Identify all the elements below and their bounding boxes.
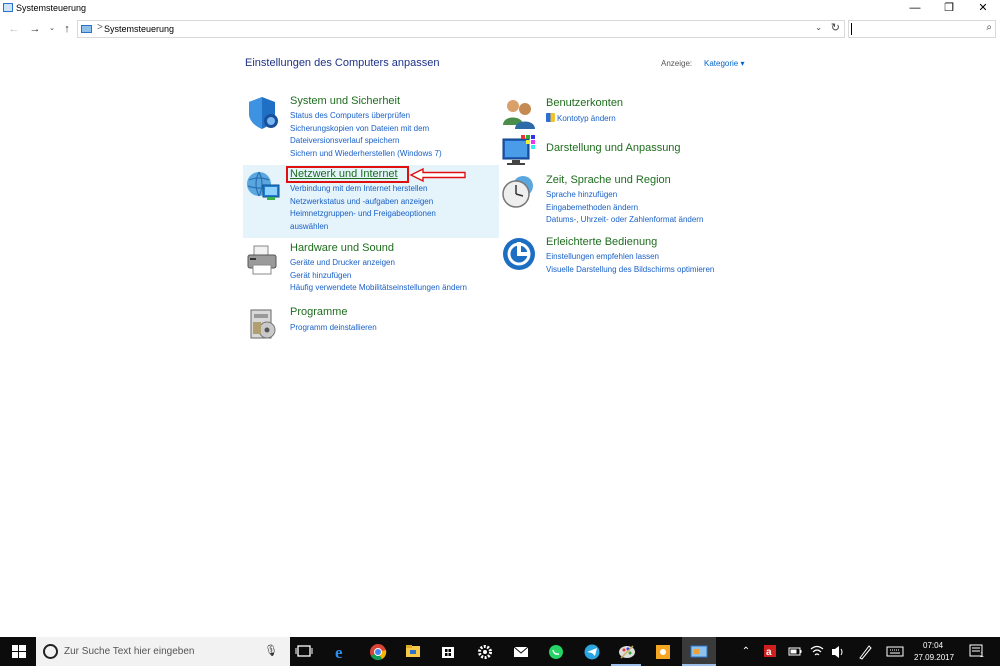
app-orange-icon[interactable] xyxy=(653,637,673,666)
antivirus-icon[interactable]: a xyxy=(762,637,778,666)
category-heading[interactable]: Hardware und Sound xyxy=(290,242,394,254)
window-title: Systemsteuerung xyxy=(16,3,87,13)
whatsapp-icon[interactable] xyxy=(546,637,566,666)
title-bar: Systemsteuerung — ❐ ✕ xyxy=(0,0,1000,17)
file-explorer-icon[interactable] xyxy=(403,637,423,666)
link-date-format[interactable]: Datums-, Uhrzeit- oder Zahlenformat ände… xyxy=(546,214,766,227)
link-change-account-type-label[interactable]: Kontotyp ändern xyxy=(557,114,616,123)
microphone-icon[interactable]: 🎙 xyxy=(264,644,278,657)
category-programs: Programme Programm deinstallieren xyxy=(245,306,500,342)
category-heading[interactable]: Zeit, Sprache und Region xyxy=(546,174,671,186)
svg-text:a: a xyxy=(766,647,772,658)
display-palette-icon xyxy=(501,133,537,169)
windows-start-icon[interactable] xyxy=(6,637,32,666)
task-view-icon[interactable] xyxy=(294,637,314,666)
notification-count: 1 xyxy=(980,652,984,659)
address-bar[interactable]: > Systemsteuerung ⌄ ↻ xyxy=(77,20,845,38)
link-add-device[interactable]: Gerät hinzufügen xyxy=(290,270,510,283)
category-time-language-region: Zeit, Sprache und Region Sprache hinzufü… xyxy=(501,174,761,229)
link-input-methods[interactable]: Eingabemethoden ändern xyxy=(546,202,766,215)
link-devices-printers[interactable]: Geräte und Drucker anzeigen xyxy=(290,257,510,270)
up-button[interactable]: ↑ xyxy=(60,21,74,37)
pen-icon[interactable] xyxy=(857,637,873,666)
clock-date[interactable]: 27.09.2017 xyxy=(914,653,954,662)
history-dropdown-icon[interactable]: ⌄ xyxy=(45,21,59,37)
forward-button[interactable]: → xyxy=(28,21,42,37)
link-change-account-type[interactable]: Kontotyp ändern xyxy=(546,113,766,126)
mail-icon[interactable] xyxy=(511,637,531,666)
view-label: Anzeige: xyxy=(661,59,693,68)
action-center-icon[interactable]: 1 xyxy=(966,637,988,666)
view-mode-dropdown[interactable]: Kategorie ▾ xyxy=(704,59,744,68)
volume-icon[interactable] xyxy=(830,637,846,666)
settings-icon[interactable] xyxy=(475,637,495,666)
chevron-down-icon[interactable]: ⌄ xyxy=(815,23,822,32)
svg-text:e: e xyxy=(335,643,343,662)
link-uninstall-program[interactable]: Programm deinstallieren xyxy=(290,322,510,335)
page-title: Einstellungen des Computers anpassen xyxy=(245,57,440,69)
battery-icon[interactable] xyxy=(787,637,803,666)
clock-globe-icon xyxy=(501,174,537,210)
paint-icon[interactable] xyxy=(617,637,637,666)
network-globe-icon xyxy=(245,168,281,204)
search-input[interactable] xyxy=(851,23,977,35)
clock-time[interactable]: 07:04 xyxy=(923,641,943,650)
printer-icon xyxy=(245,242,281,278)
edge-icon[interactable]: e xyxy=(331,637,351,666)
control-panel-icon xyxy=(3,3,13,12)
address-row: ← → ⌄ ↑ > Systemsteuerung ⌄ ↻ ⌕ xyxy=(0,18,1000,40)
annotation-arrow-icon xyxy=(409,167,466,183)
link-backup-restore[interactable]: Sichern und Wiederherstellen (Windows 7) xyxy=(290,148,510,161)
link-recommend-settings[interactable]: Einstellungen empfehlen lassen xyxy=(546,251,766,264)
accessibility-icon xyxy=(501,236,537,272)
programs-disk-icon xyxy=(245,306,281,342)
link-backup-cont[interactable]: Dateiversionsverlauf speichern xyxy=(290,135,510,148)
link-connect-internet[interactable]: Verbindung mit dem Internet herstellen xyxy=(290,183,510,196)
breadcrumb-separator: > xyxy=(97,22,103,33)
shield-icon xyxy=(245,95,281,131)
category-heading[interactable]: Benutzerkonten xyxy=(546,97,623,109)
taskbar-search-text[interactable]: Zur Suche Text hier eingeben xyxy=(64,646,194,657)
link-network-status[interactable]: Netzwerkstatus und -aufgaben anzeigen xyxy=(290,196,510,209)
link-mobility[interactable]: Häufig verwendete Mobilitätseinstellunge… xyxy=(290,282,510,295)
taskbar: Zur Suche Text hier eingeben 🎙 e ⌃ a 07:… xyxy=(0,637,1000,666)
link-homegroup[interactable]: Heimnetzgruppen- und Freigabeoptionen xyxy=(290,208,510,221)
category-system-security: System und Sicherheit Status des Compute… xyxy=(245,95,500,160)
annotation-box xyxy=(286,166,409,183)
keyboard-icon[interactable] xyxy=(885,637,905,666)
chevron-up-icon[interactable]: ⌃ xyxy=(739,637,753,666)
category-hardware-sound: Hardware und Sound Geräte und Drucker an… xyxy=(245,242,500,297)
control-panel-taskbar-icon[interactable] xyxy=(682,637,716,666)
category-heading[interactable]: Erleichterte Bedienung xyxy=(546,236,657,248)
users-icon xyxy=(501,97,537,133)
category-heading[interactable]: Programme xyxy=(290,306,347,318)
telegram-icon[interactable] xyxy=(582,637,602,666)
uac-shield-icon xyxy=(546,113,555,122)
search-box[interactable]: ⌕ xyxy=(848,20,996,38)
taskbar-search[interactable]: Zur Suche Text hier eingeben 🎙 xyxy=(36,637,290,666)
minimize-button[interactable]: — xyxy=(898,0,932,17)
link-computer-status[interactable]: Status des Computers überprüfen xyxy=(290,110,510,123)
cortana-icon[interactable] xyxy=(43,644,58,659)
wifi-icon[interactable] xyxy=(809,637,825,666)
link-homegroup-cont[interactable]: auswählen xyxy=(290,221,510,234)
breadcrumb-systemsteuerung[interactable]: Systemsteuerung xyxy=(104,24,174,34)
back-button[interactable]: ← xyxy=(7,21,21,37)
refresh-icon[interactable]: ↻ xyxy=(831,21,840,34)
link-backup[interactable]: Sicherungskopien von Dateien mit dem xyxy=(290,123,510,136)
link-optimize-display[interactable]: Visuelle Darstellung des Bildschirms opt… xyxy=(546,264,766,277)
search-icon[interactable]: ⌕ xyxy=(986,22,992,33)
close-button[interactable]: ✕ xyxy=(966,0,1000,17)
store-icon[interactable] xyxy=(438,637,458,666)
category-heading[interactable]: Darstellung und Anpassung xyxy=(546,142,681,154)
chrome-icon[interactable] xyxy=(368,637,388,666)
category-appearance: Darstellung und Anpassung xyxy=(501,133,761,169)
restore-button[interactable]: ❐ xyxy=(932,0,966,17)
category-ease-of-access: Erleichterte Bedienung Einstellungen emp… xyxy=(501,236,761,281)
link-add-language[interactable]: Sprache hinzufügen xyxy=(546,189,766,202)
folder-icon xyxy=(81,25,92,33)
category-user-accounts: Benutzerkonten Kontotyp ändern xyxy=(501,97,761,129)
category-heading[interactable]: System und Sicherheit xyxy=(290,95,400,107)
